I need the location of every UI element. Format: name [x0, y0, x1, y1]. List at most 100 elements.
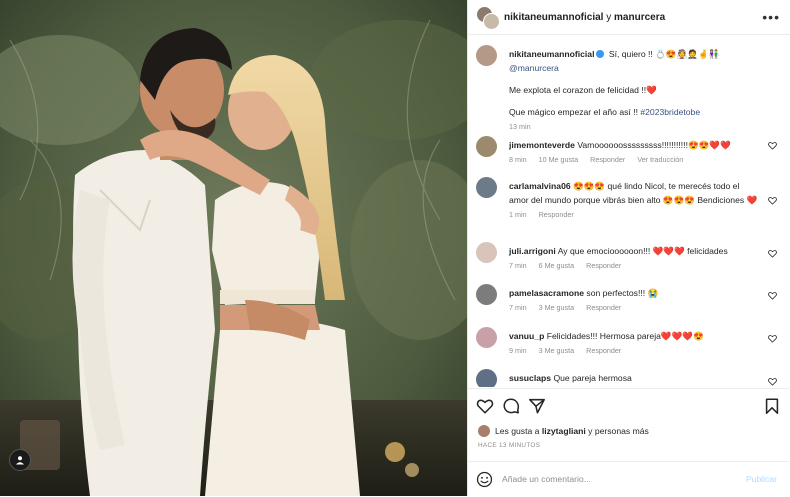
header-connector: y	[606, 11, 612, 23]
avatar[interactable]	[476, 45, 497, 66]
comment-meta: 7 min 3 Me gusta Responder	[509, 303, 759, 313]
caption-line2: Me explota el corazon de felicidad !!	[509, 85, 647, 95]
comment-reply-button[interactable]: Responder	[586, 303, 621, 312]
header-collaborator-link[interactable]: manurcera	[614, 12, 665, 23]
comment-reply-button[interactable]: Responder	[539, 210, 574, 219]
user-icon	[16, 456, 24, 465]
comment-time: 8 min	[509, 155, 527, 164]
comment-reply-button[interactable]: Responder	[590, 155, 625, 164]
couple-photo-illustration	[0, 0, 467, 496]
caption-meta: 13 min	[509, 122, 759, 132]
comment-text: jimemonteverde Vamoooooosssssssss!!!!!!!…	[509, 138, 759, 165]
comment-text: susuclaps Que pareja hermosa	[509, 371, 759, 385]
comment-time: 7 min	[509, 261, 527, 270]
avatar[interactable]	[476, 242, 497, 263]
post-sidebar: nikitaneumannoficial y manurcera ••• nik…	[467, 0, 790, 496]
heart-icon[interactable]	[768, 377, 777, 386]
avatar[interactable]	[476, 284, 497, 305]
post-actions: Les gusta a lizytagliani y personas más …	[468, 388, 789, 469]
heart-icon[interactable]	[768, 334, 777, 343]
comment-icon[interactable]	[502, 397, 520, 415]
avatar	[483, 13, 500, 30]
comment-time: 7 min	[509, 303, 527, 312]
comment-emojis: 😭	[647, 288, 659, 298]
more-options-icon[interactable]: •••	[762, 9, 780, 25]
post-header: nikitaneumannoficial y manurcera •••	[468, 0, 790, 35]
post-timestamp: HACE 13 MINUTOS	[478, 442, 541, 449]
comment-meta: 9 min 3 Me gusta Responder	[509, 346, 759, 356]
comment-body: son perfectos!!!	[586, 288, 646, 298]
post-header-title: nikitaneumannoficial y manurcera	[504, 12, 762, 23]
comment-username[interactable]: susuclaps	[509, 373, 551, 383]
post-modal: nikitaneumannoficial y manurcera ••• nik…	[0, 0, 790, 496]
comment-translate-button[interactable]: Ver traducción	[637, 155, 683, 164]
caption-hashtag[interactable]: #2023bridetobe	[640, 107, 700, 117]
smiley-icon[interactable]	[476, 471, 493, 488]
comment-emojis: 😍😍	[687, 140, 710, 150]
comment-hearts: ❤️❤️	[709, 140, 731, 150]
caption-emojis: 💍😍👰🤵🤞👫	[655, 49, 720, 59]
likes-user-link[interactable]: lizytagliani	[542, 426, 586, 436]
caption-mention[interactable]: @manurcera	[509, 63, 559, 73]
comment-input[interactable]	[502, 471, 712, 487]
heart-icon[interactable]	[768, 196, 777, 205]
likes-prefix: Les gusta a	[495, 426, 540, 436]
comment-meta: 8 min 10 Me gusta Responder Ver traducci…	[509, 155, 759, 165]
comment-emojis: 😍😍😍	[662, 195, 695, 205]
comment-meta: 7 min 6 Me gusta Responder	[509, 261, 759, 271]
comment-composer: Publicar	[468, 461, 789, 497]
avatar[interactable]	[478, 425, 490, 437]
comment-reply-button[interactable]: Responder	[586, 346, 621, 355]
paper-plane-icon[interactable]	[528, 397, 546, 415]
avatar[interactable]	[476, 136, 497, 157]
comment-text: pamelasacramone son perfectos!!! 😭 7 min…	[509, 286, 759, 313]
comment-body: Felicidades!!! Hermosa pareja	[546, 331, 661, 341]
comment-body-2: Bendiciones	[697, 195, 745, 205]
caption-username[interactable]: nikitaneumannoficial	[509, 49, 594, 59]
likes-summary: Les gusta a lizytagliani y personas más	[478, 425, 649, 437]
comment-time: 9 min	[509, 346, 527, 355]
comment-body: Vamoooooosssssssss!!!!!!!!!!!	[577, 140, 688, 150]
likes-others-link[interactable]: y personas más	[588, 426, 649, 436]
comment-text: carlamalvina06 😍😍😍 qué lindo Nicol, te m…	[509, 179, 759, 220]
comment-reply-button[interactable]: Responder	[586, 261, 621, 270]
publish-button[interactable]: Publicar	[746, 474, 777, 484]
comment-username[interactable]: carlamalvina06	[509, 181, 571, 191]
comment-username[interactable]: pamelasacramone	[509, 288, 584, 298]
post-photo[interactable]	[0, 0, 467, 496]
comment-body: Ay que emocioooooon!!!	[557, 246, 651, 256]
comment-username[interactable]: juli.arrigoni	[509, 246, 556, 256]
comment-text: juli.arrigoni Ay que emocioooooon!!! ❤️❤…	[509, 244, 759, 271]
avatar[interactable]	[476, 327, 497, 348]
comment-hearts: ❤️❤️❤️	[652, 246, 685, 256]
caption-line3: Que mágico empezar el año así !!	[509, 107, 638, 117]
comment-body: Que pareja hermosa	[553, 373, 632, 383]
tagged-users-button[interactable]	[9, 449, 31, 471]
heart-icon[interactable]	[768, 141, 777, 150]
comment-likes-link[interactable]: 6 Me gusta	[539, 261, 575, 270]
comments-list[interactable]: nikitaneumannoficial Sí, quiero !! 💍😍👰🤵🤞…	[468, 35, 789, 387]
heart-icon[interactable]	[768, 249, 777, 258]
heart-icon[interactable]	[476, 397, 494, 415]
comment-username[interactable]: vanuu_p	[509, 331, 544, 341]
collab-avatars[interactable]	[476, 6, 500, 30]
caption-text: nikitaneumannoficial Sí, quiero !! 💍😍👰🤵🤞…	[509, 47, 759, 132]
comment-likes-link[interactable]: 3 Me gusta	[539, 303, 575, 312]
caption-line1: Sí, quiero !!	[608, 49, 653, 59]
comment-emojis: 😍😍😍	[573, 181, 606, 191]
comment-emojis: 😍	[693, 331, 704, 341]
bookmark-icon[interactable]	[763, 397, 781, 415]
avatar[interactable]	[476, 369, 497, 387]
heart-icon[interactable]	[768, 291, 777, 300]
comment-hearts: ❤️❤️❤️	[660, 331, 694, 341]
comment-hearts: ❤️	[746, 195, 758, 205]
comment-likes-link[interactable]: 10 Me gusta	[539, 155, 579, 164]
comment-body-2: felicidades	[687, 246, 728, 256]
avatar[interactable]	[476, 177, 497, 198]
comment-meta: 1 min Responder	[509, 210, 759, 220]
header-account-link[interactable]: nikitaneumannoficial	[504, 12, 603, 23]
comment-username[interactable]: jimemonteverde	[509, 140, 575, 150]
comment-likes-link[interactable]: 3 Me gusta	[539, 346, 575, 355]
caption-time: 13 min	[509, 122, 531, 131]
comment-time: 1 min	[509, 210, 527, 219]
